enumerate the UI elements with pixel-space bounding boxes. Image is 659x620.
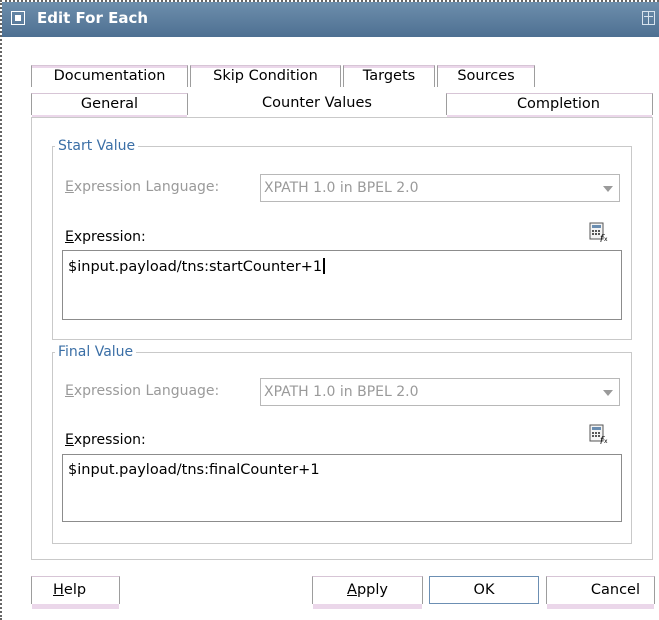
ok-button-label: OK xyxy=(473,582,495,598)
start-expression-textarea[interactable]: $input.payload/tns:startCounter+1 xyxy=(62,250,622,320)
final-expression-textarea[interactable]: $input.payload/tns:finalCounter+1 xyxy=(62,454,622,522)
start-value-legend: Start Value xyxy=(58,138,136,154)
tab-targets[interactable]: Targets xyxy=(343,65,435,87)
final-value-legend: Final Value xyxy=(58,344,134,360)
ok-button[interactable]: OK xyxy=(429,576,539,604)
tab-general-label: General xyxy=(80,96,139,112)
maximize-icon[interactable] xyxy=(642,11,655,25)
help-button[interactable]: Help xyxy=(31,576,120,609)
tab-skip-condition[interactable]: Skip Condition xyxy=(190,65,341,87)
final-expression-label: Expression: xyxy=(65,432,146,448)
text-caret xyxy=(323,258,326,274)
start-expression-value: $input.payload/tns:startCounter+1 xyxy=(68,259,323,275)
title-bar[interactable]: Edit For Each xyxy=(2,2,659,37)
edit-for-each-dialog: Edit For Each Documentation Skip Conditi… xyxy=(0,0,659,620)
tab-completion[interactable]: Completion xyxy=(446,93,653,119)
window-menu-icon[interactable] xyxy=(11,11,25,25)
cancel-button[interactable]: Cancel xyxy=(546,576,655,609)
apply-button[interactable]: Apply xyxy=(312,576,423,609)
final-expression-language-label: Expression Language: xyxy=(65,383,220,399)
cancel-button-label: Cancel xyxy=(590,582,640,598)
tab-general[interactable]: General xyxy=(31,93,188,119)
counter-values-panel: Start Value Expression Language: XPATH 1… xyxy=(31,117,653,560)
expression-builder-icon[interactable]: f x xyxy=(589,222,609,242)
start-expression-language-label: Expression Language: xyxy=(65,179,220,195)
tab-targets-label: Targets xyxy=(362,68,416,84)
tab-counter-values[interactable]: Counter Values xyxy=(188,93,446,115)
tab-documentation[interactable]: Documentation xyxy=(31,65,188,87)
tab-documentation-label: Documentation xyxy=(53,68,166,84)
tab-completion-label: Completion xyxy=(516,96,600,112)
tab-sources[interactable]: Sources xyxy=(437,65,535,87)
final-expression-language-select[interactable]: XPATH 1.0 in BPEL 2.0 xyxy=(260,378,620,406)
start-expression-language-select[interactable]: XPATH 1.0 in BPEL 2.0 xyxy=(260,174,620,202)
svg-text:x: x xyxy=(604,236,608,242)
tab-counter-values-label: Counter Values xyxy=(262,95,372,111)
svg-text:x: x xyxy=(604,438,608,444)
tab-sources-label: Sources xyxy=(457,68,515,84)
chevron-down-icon xyxy=(603,390,613,396)
chevron-down-icon xyxy=(603,186,613,192)
start-expression-label: Expression: xyxy=(65,229,146,245)
window-title: Edit For Each xyxy=(37,9,149,27)
final-expression-value: $input.payload/tns:finalCounter+1 xyxy=(68,462,320,478)
start-expression-language-value: XPATH 1.0 in BPEL 2.0 xyxy=(264,180,419,196)
expression-builder-icon[interactable]: f x xyxy=(589,424,609,444)
final-expression-language-value: XPATH 1.0 in BPEL 2.0 xyxy=(264,384,419,400)
tab-skip-condition-label: Skip Condition xyxy=(213,68,318,84)
